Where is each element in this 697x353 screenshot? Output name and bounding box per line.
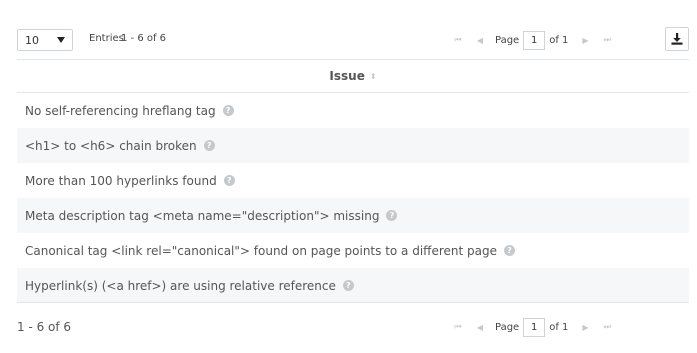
issue-text: More than 100 hyperlinks found: [25, 173, 217, 188]
issue-text: Canonical tag <link rel="canonical"> fou…: [25, 243, 497, 258]
help-icon[interactable]: ?: [222, 105, 234, 116]
table-row: No self-referencing hreflang tag ?: [17, 93, 689, 128]
sort-icon[interactable]: ⬍: [370, 72, 377, 81]
table-row: More than 100 hyperlinks found ?: [17, 163, 689, 198]
next-page-icon[interactable]: ▶: [574, 323, 596, 332]
table-row: Hyperlink(s) (<a href>) are using relati…: [17, 268, 689, 303]
page-total: of 1: [549, 34, 569, 46]
help-icon[interactable]: ?: [503, 245, 515, 256]
help-icon[interactable]: ?: [203, 140, 215, 151]
chevron-down-icon: [57, 37, 65, 43]
table-row: <h1> to <h6> chain broken ?: [17, 128, 689, 163]
issue-text: No self-referencing hreflang tag: [25, 103, 216, 118]
page-label: Page: [495, 321, 520, 333]
issue-column-header[interactable]: Issue ⬍: [17, 60, 689, 93]
issue-text: <h1> to <h6> chain broken: [25, 138, 197, 153]
entries-range: 1 - 6 of 6: [121, 33, 167, 44]
top-pager: ⏮ ◀ Page 1 of 1 ▶ ⏭: [447, 29, 618, 51]
table-bottom-divider: [17, 302, 689, 303]
prev-page-icon[interactable]: ◀: [469, 323, 491, 332]
help-icon[interactable]: ?: [386, 210, 398, 221]
bottom-pager: ⏮ ◀ Page 1 of 1 ▶ ⏭: [447, 316, 618, 338]
page-label: Page: [495, 34, 520, 46]
page-number-input[interactable]: 1: [523, 30, 546, 50]
page-size-value: 10: [25, 33, 39, 47]
entries-label: Entries: [89, 33, 124, 44]
issue-text: Meta description tag <meta name="descrip…: [25, 208, 380, 223]
page-total: of 1: [549, 321, 569, 333]
table-row: Canonical tag <link rel="canonical"> fou…: [17, 233, 689, 268]
download-icon: [671, 33, 683, 45]
table-toolbar: 10 Entries 1 - 6 of 6 ⏮ ◀ Page 1 of 1 ▶ …: [17, 27, 689, 53]
help-icon[interactable]: ?: [342, 280, 354, 291]
last-page-icon[interactable]: ⏭: [596, 35, 618, 45]
issues-table: Issue ⬍ No self-referencing hreflang tag…: [17, 59, 689, 303]
page-size-select[interactable]: 10: [17, 29, 73, 51]
next-page-icon[interactable]: ▶: [574, 36, 596, 45]
first-page-icon[interactable]: ⏮: [447, 35, 469, 45]
prev-page-icon[interactable]: ◀: [469, 36, 491, 45]
page-number-input[interactable]: 1: [523, 317, 546, 337]
issue-header-label: Issue: [329, 69, 365, 83]
first-page-icon[interactable]: ⏮: [447, 322, 469, 332]
download-button[interactable]: [665, 27, 689, 51]
table-row: Meta description tag <meta name="descrip…: [17, 198, 689, 233]
help-icon[interactable]: ?: [223, 175, 235, 186]
last-page-icon[interactable]: ⏭: [596, 322, 618, 332]
issue-text: Hyperlink(s) (<a href>) are using relati…: [25, 278, 336, 293]
footer-range: 1 - 6 of 6: [17, 320, 72, 334]
